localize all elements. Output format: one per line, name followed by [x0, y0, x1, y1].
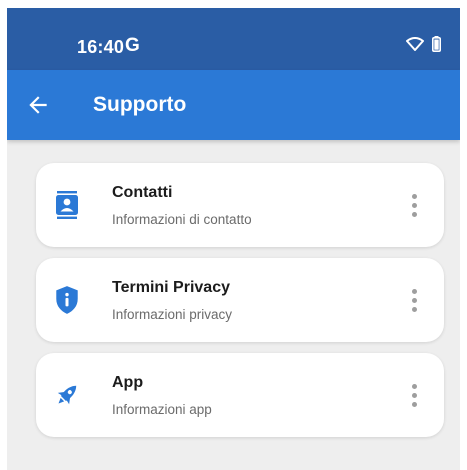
list-item-title: Termini Privacy: [112, 279, 230, 296]
list-item-title: App: [112, 374, 144, 391]
dot: [411, 401, 417, 407]
list-item-subtitle: Informazioni app: [112, 402, 212, 417]
list-item-termini-privacy[interactable]: Termini Privacy Informazioni privacy: [36, 258, 444, 342]
dot: [411, 288, 417, 294]
list-item-subtitle: Informazioni privacy: [112, 307, 233, 322]
notification-g-icon: G: [125, 35, 140, 56]
dot: [411, 193, 417, 199]
status-time: 16:40: [77, 37, 125, 57]
dot: [411, 202, 417, 208]
page-title: Supporto: [93, 93, 187, 116]
list-item-app[interactable]: App Informazioni app: [36, 353, 444, 437]
dot: [411, 211, 417, 217]
rocket-icon: [52, 380, 82, 410]
arrow-back-icon: [29, 96, 47, 114]
dot: [411, 383, 417, 389]
status-icons: [406, 36, 441, 52]
more-options-button[interactable]: [406, 189, 422, 221]
list-item-contatti[interactable]: Contatti Informazioni di contatto: [36, 163, 444, 247]
wifi-icon: [406, 37, 424, 51]
shield-info-icon: [52, 285, 82, 315]
more-options-button[interactable]: [406, 284, 422, 316]
contact-card-icon: [52, 190, 82, 220]
dot: [411, 297, 417, 303]
screen: 16:40 G Supporto Contatti Informazioni d…: [7, 8, 460, 470]
dot: [411, 392, 417, 398]
dot: [411, 306, 417, 312]
status-bar: 16:40 G: [7, 8, 460, 70]
battery-icon: [432, 36, 441, 52]
back-button[interactable]: [21, 88, 55, 122]
app-bar: Supporto: [7, 70, 460, 140]
list-item-subtitle: Informazioni di contatto: [112, 212, 252, 227]
list-item-title: Contatti: [112, 184, 173, 201]
more-options-button[interactable]: [406, 379, 422, 411]
